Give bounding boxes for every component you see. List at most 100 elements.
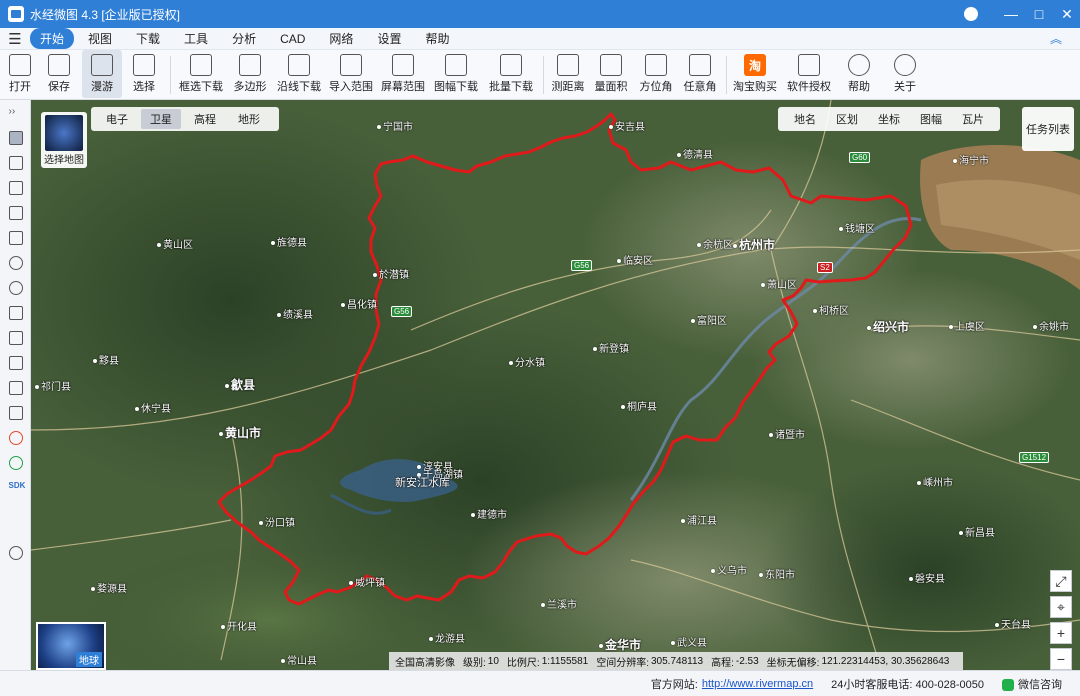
close-button[interactable]: ✕ — [1054, 0, 1080, 28]
globe-view-button[interactable]: 地球 — [36, 622, 106, 670]
point-tool-icon[interactable] — [0, 175, 31, 200]
import-icon — [340, 54, 362, 76]
azimuth-button[interactable]: 方位角 — [634, 50, 678, 98]
place-label: 黟县 — [93, 352, 119, 367]
expand-tools-icon[interactable]: ›› — [0, 100, 31, 125]
menu-start[interactable]: 开始 — [30, 28, 75, 49]
sdk-icon[interactable]: SDK — [0, 475, 31, 500]
collapse-ribbon-icon[interactable]: ︽ — [1050, 30, 1062, 47]
menu-bar: ☰ 开始 视图 下载 工具 分析 CAD 网络 设置 帮助 ︽ — [0, 28, 1080, 50]
map-type-satellite[interactable]: 卫星 — [141, 109, 181, 129]
line-download-button[interactable]: 沿线下载 — [273, 50, 325, 98]
import-range-button[interactable]: 导入范围 — [325, 50, 377, 98]
layer-placenames[interactable]: 地名 — [784, 109, 826, 129]
line-tool-icon[interactable] — [0, 200, 31, 225]
select-map-button[interactable]: 选择地图 — [41, 112, 87, 168]
layer-toggles: 地名 区划 坐标 图幅 瓦片 — [778, 107, 1000, 131]
map-type-terrain[interactable]: 地形 — [229, 109, 269, 129]
angle-tool-icon[interactable] — [0, 375, 31, 400]
info-icon — [894, 54, 916, 76]
maximize-button[interactable]: □ — [1026, 0, 1052, 28]
place-label: 诸暨市 — [769, 426, 805, 441]
fullscreen-icon[interactable]: ⤢ — [1050, 570, 1072, 592]
zoom-in-button[interactable]: + — [1050, 622, 1072, 644]
select-tool-icon[interactable] — [0, 150, 31, 175]
measure-area-button[interactable]: 量面积 — [588, 50, 634, 98]
save-icon — [48, 54, 70, 76]
circle-tool-icon[interactable] — [0, 250, 31, 275]
batch-download-button[interactable]: 批量下载 — [483, 50, 539, 98]
website-label: 官方网站: — [650, 678, 698, 691]
task-list-button[interactable]: 任务列表 — [1022, 107, 1074, 151]
hand-icon — [91, 54, 113, 76]
coordinate-value: 121.22314453, 30.35628643 — [821, 655, 950, 667]
place-label: 建德市 — [471, 506, 507, 521]
menu-help[interactable]: 帮助 — [415, 28, 459, 49]
measure-distance-button[interactable]: 测距离 — [548, 50, 588, 98]
window-title: 水经微图 4.3 [企业版已授权] — [30, 7, 181, 22]
map-type-elevation[interactable]: 高程 — [185, 109, 225, 129]
minimize-button[interactable]: — — [998, 0, 1024, 28]
hamburger-menu-icon[interactable]: ☰ — [0, 30, 30, 48]
menu-settings[interactable]: 设置 — [367, 28, 411, 49]
area-tool-icon[interactable] — [0, 350, 31, 375]
layer-tiles[interactable]: 瓦片 — [952, 109, 994, 129]
place-label: 旌德县 — [271, 234, 307, 249]
menu-view[interactable]: 视图 — [78, 28, 122, 49]
level-value: 10 — [487, 655, 499, 667]
wechat-icon — [1002, 678, 1014, 691]
place-label: 於潜镇 — [373, 266, 409, 281]
menu-download[interactable]: 下载 — [126, 28, 170, 49]
layer-coordinates[interactable]: 坐标 — [868, 109, 910, 129]
coordinate-label: 坐标无偏移: — [766, 657, 820, 669]
zoom-out-button[interactable]: − — [1050, 648, 1072, 670]
help-circle-icon[interactable] — [0, 540, 31, 565]
website-link[interactable]: http://www.rivermap.cn — [702, 678, 813, 690]
menu-tools[interactable]: 工具 — [174, 28, 218, 49]
link-icon[interactable] — [0, 450, 31, 475]
license-button[interactable]: 软件授权 — [779, 50, 839, 98]
crescent-tool-icon[interactable] — [0, 275, 31, 300]
open-button[interactable]: 打开 — [0, 50, 40, 98]
about-button[interactable]: 关于 — [879, 50, 931, 98]
text-tool-icon[interactable] — [0, 300, 31, 325]
place-label: 柯桥区 — [813, 302, 849, 317]
ribbon-toolbar: 打开 保存 漫游 选择 框选下载 多边形 沿线下载 导入范围 屏幕范围 图幅下载… — [0, 50, 1080, 100]
place-label: 富阳区 — [691, 312, 727, 327]
layer-divisions[interactable]: 区划 — [826, 109, 868, 129]
polygon-button[interactable]: 多边形 — [227, 50, 273, 98]
place-label: 杭州市 — [733, 236, 775, 253]
menu-analysis[interactable]: 分析 — [222, 28, 266, 49]
locate-icon[interactable]: ⌖ — [1050, 596, 1072, 618]
weibo-icon[interactable] — [0, 425, 31, 450]
place-label: 威坪镇 — [349, 574, 385, 589]
sheet-download-button[interactable]: 图幅下载 — [429, 50, 483, 98]
pointer-icon — [133, 54, 155, 76]
menu-network[interactable]: 网络 — [319, 28, 363, 49]
map-type-electronic[interactable]: 电子 — [97, 109, 137, 129]
screen-range-button[interactable]: 屏幕范围 — [377, 50, 429, 98]
user-icon[interactable] — [964, 7, 978, 21]
taobao-buy-button[interactable]: 淘 淘宝购买 — [731, 50, 779, 98]
place-label: 萧山区 — [761, 276, 797, 291]
pan-tool-icon[interactable] — [0, 125, 31, 150]
help-button[interactable]: 帮助 — [839, 50, 879, 98]
pan-button[interactable]: 漫游 — [82, 50, 122, 98]
question-icon — [848, 54, 870, 76]
box-download-button[interactable]: 框选下载 — [175, 50, 227, 98]
select-button[interactable]: 选择 — [122, 50, 166, 98]
place-label: 义乌市 — [711, 562, 747, 577]
rectangle-tool-icon[interactable] — [0, 225, 31, 250]
layer-sheets[interactable]: 图幅 — [910, 109, 952, 129]
wechat-consult-button[interactable]: 微信咨询 — [1002, 676, 1062, 692]
map-view[interactable]: 黄山市 杭州市 绍兴市 金华市 富阳区 余杭区 萧山区 钱塘区 临安区 桐庐县 … — [31, 100, 1080, 670]
any-angle-button[interactable]: 任意角 — [678, 50, 722, 98]
place-label: 桐庐县 — [621, 398, 657, 413]
save-button[interactable]: 保存 — [40, 50, 78, 98]
place-label: 浦江县 — [681, 512, 717, 527]
profile-tool-icon[interactable] — [0, 400, 31, 425]
road-shield: G60 — [849, 152, 871, 163]
place-label: 天台县 — [995, 616, 1031, 631]
menu-cad[interactable]: CAD — [270, 30, 315, 48]
ruler-tool-icon[interactable] — [0, 325, 31, 350]
